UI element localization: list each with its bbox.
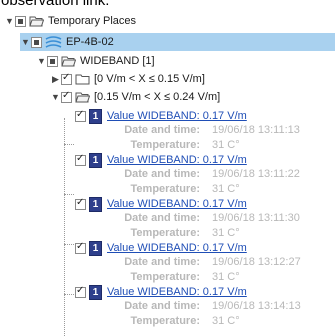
measurement-badge: 1: [89, 284, 102, 300]
tree-node-range-high[interactable]: ▼ [0.15 V/m < X ≤ 0.24 V/m]: [50, 88, 220, 106]
date-label: Date and time:: [124, 124, 200, 136]
node-checkbox[interactable]: [75, 109, 86, 122]
folder-icon: [75, 73, 90, 85]
tree-node-measurement[interactable]: 1 Value WIDEBAND: 0.17 V/m: [75, 151, 247, 169]
node-label: EP-4B-02: [66, 36, 114, 48]
node-checkbox[interactable]: [15, 15, 26, 27]
measurement-badge: 1: [89, 152, 102, 168]
date-value: 19/06/18 13:11:30: [212, 212, 300, 224]
temperature-label: Temperature:: [130, 227, 200, 239]
sensor-icon: [45, 36, 62, 48]
measurement-date-row: Date and time: 19/06/18 13:11:30: [105, 212, 300, 224]
measurement-badge: 1: [89, 240, 102, 256]
temperature-value: 31 C°: [212, 271, 240, 283]
tree-view: ▼ Temporary Places ▼ EP-4B-02 ▼ WIDEBAND…: [0, 0, 335, 336]
expand-arrow-icon[interactable]: ▼: [4, 16, 15, 26]
measurement-temp-row: Temperature: 31 C°: [105, 227, 240, 239]
node-checkbox[interactable]: [75, 153, 86, 166]
expand-arrow-icon[interactable]: ▼: [50, 92, 61, 102]
measurement-link[interactable]: Value WIDEBAND: 0.17 V/m: [107, 286, 247, 298]
temperature-value: 31 C°: [212, 227, 240, 239]
measurement-temp-row: Temperature: 31 C°: [105, 271, 240, 283]
measurement-date-row: Date and time: 19/06/18 13:11:22: [105, 168, 300, 180]
tree-node-site[interactable]: ▼ EP-4B-02: [20, 33, 335, 51]
tree-guide-line: [64, 294, 74, 295]
date-label: Date and time:: [124, 300, 200, 312]
node-checkbox[interactable]: [75, 285, 86, 298]
measurement-link[interactable]: Value WIDEBAND: 0.17 V/m: [107, 198, 247, 210]
node-label: [0.15 V/m < X ≤ 0.24 V/m]: [94, 91, 221, 103]
node-checkbox[interactable]: [31, 36, 42, 48]
measurement-temp-row: Temperature: 31 C°: [105, 139, 240, 151]
temperature-label: Temperature:: [130, 183, 200, 195]
node-label: Temporary Places: [48, 15, 137, 27]
measurement-date-row: Date and time: 19/06/18 13:11:13: [105, 124, 300, 136]
collapsed-arrow-icon[interactable]: ▶: [50, 74, 61, 85]
expand-arrow-icon[interactable]: ▼: [20, 37, 31, 47]
measurement-temp-row: Temperature: 31 C°: [105, 183, 240, 195]
tree-node-wideband[interactable]: ▼ WIDEBAND [1]: [36, 52, 155, 70]
tree-node-measurement[interactable]: 1 Value WIDEBAND: 0.17 V/m: [75, 239, 247, 257]
date-value: 19/06/18 13:14:13: [212, 300, 301, 312]
date-value: 19/06/18 13:12:27: [212, 256, 301, 268]
node-label: WIDEBAND [1]: [80, 55, 155, 67]
measurement-link[interactable]: Value WIDEBAND: 0.17 V/m: [107, 154, 247, 166]
temperature-label: Temperature:: [130, 139, 200, 151]
measurement-badge: 1: [89, 108, 102, 124]
measurement-date-row: Date and time: 19/06/18 13:12:27: [105, 256, 301, 268]
measurement-temp-row: Temperature: 31 C°: [105, 315, 240, 327]
open-folder-icon: [29, 15, 44, 27]
node-checkbox[interactable]: [47, 55, 58, 67]
node-checkbox[interactable]: [61, 72, 72, 85]
tree-guide-line: [64, 194, 74, 195]
date-value: 19/06/18 13:11:13: [212, 124, 300, 136]
temperature-value: 31 C°: [212, 315, 240, 327]
temperature-label: Temperature:: [130, 271, 200, 283]
temperature-label: Temperature:: [130, 315, 200, 327]
tree-guide-line: [64, 144, 74, 145]
temperature-value: 31 C°: [212, 183, 240, 195]
expand-arrow-icon[interactable]: ▼: [36, 56, 47, 66]
measurement-link[interactable]: Value WIDEBAND: 0.17 V/m: [107, 110, 247, 122]
date-label: Date and time:: [124, 168, 200, 180]
open-folder-icon: [75, 91, 90, 103]
node-checkbox[interactable]: [61, 90, 72, 103]
measurement-link[interactable]: Value WIDEBAND: 0.17 V/m: [107, 242, 247, 254]
node-label: [0 V/m < X ≤ 0.15 V/m]: [94, 73, 205, 85]
measurement-badge: 1: [89, 196, 102, 212]
date-label: Date and time:: [124, 212, 200, 224]
tree-node-measurement[interactable]: 1 Value WIDEBAND: 0.17 V/m: [75, 107, 247, 125]
temperature-value: 31 C°: [212, 139, 240, 151]
node-checkbox[interactable]: [75, 197, 86, 210]
tree-guide-line: [64, 118, 65, 336]
date-label: Date and time:: [124, 256, 200, 268]
open-folder-icon: [61, 55, 76, 67]
tree-node-measurement[interactable]: 1 Value WIDEBAND: 0.17 V/m: [75, 283, 247, 301]
tree-guide-line: [64, 244, 74, 245]
tree-node-temporary-places[interactable]: ▼ Temporary Places: [4, 12, 136, 30]
measurement-date-row: Date and time: 19/06/18 13:14:13: [105, 300, 301, 312]
date-value: 19/06/18 13:11:22: [212, 168, 300, 180]
tree-node-range-low[interactable]: ▶ [0 V/m < X ≤ 0.15 V/m]: [50, 70, 205, 88]
tree-node-measurement[interactable]: 1 Value WIDEBAND: 0.17 V/m: [75, 195, 247, 213]
node-checkbox[interactable]: [75, 241, 86, 254]
